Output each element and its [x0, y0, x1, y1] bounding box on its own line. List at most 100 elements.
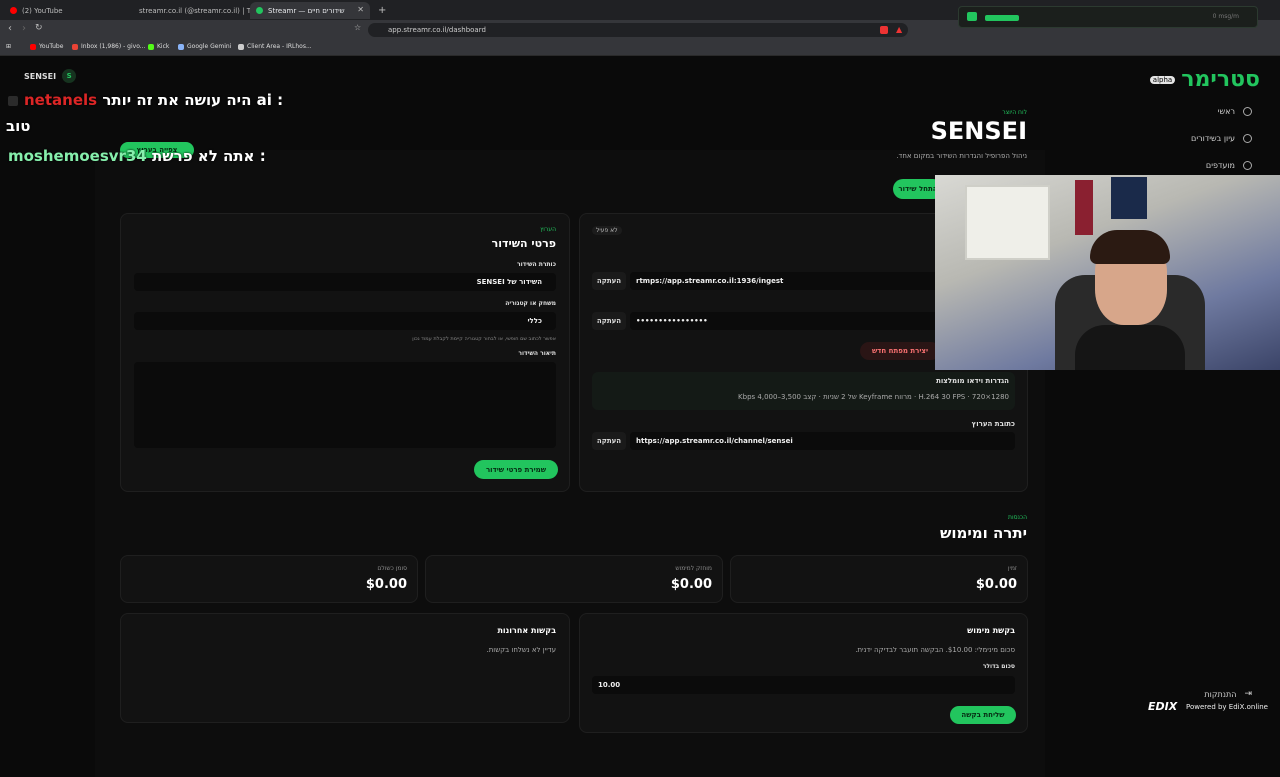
category-input[interactable]: כללי [134, 312, 556, 330]
chat-badge-icon [8, 95, 18, 106]
person-shirt [1075, 325, 1185, 370]
gemini-icon [178, 43, 184, 50]
powered-by-text: Powered by EdiX.online [1186, 703, 1268, 711]
streamr-icon [256, 7, 263, 14]
logo[interactable]: alpha סטרימר [1149, 67, 1260, 92]
alpha-badge: alpha [1149, 75, 1176, 84]
close-tab-icon[interactable]: ✕ [357, 5, 364, 14]
rewards-icon[interactable]: ▲ [896, 25, 902, 34]
withdraw-text: סכום מינימלי: $10.00. הבקשה תועבר לבדיקה… [855, 646, 1015, 654]
copy-server-button[interactable]: העתקה [592, 272, 626, 290]
paid-label: סומן כשולם [377, 565, 407, 572]
home-icon [1243, 107, 1252, 116]
page-subtitle: ניהול הפרופיל והגדרות השידור במקום אחד. [896, 152, 1027, 160]
bookmark-gemini[interactable]: Google Gemini [178, 43, 231, 50]
reload-icon[interactable]: ↻ [35, 23, 43, 33]
poster [1075, 180, 1093, 235]
apps-icon[interactable]: ⊞ [6, 43, 11, 50]
compass-icon [1243, 134, 1252, 143]
person-hair [1090, 230, 1170, 264]
chat-text: : ai היה עושה את זה יותר [102, 91, 284, 109]
header-eyebrow: לוח היוצר [1002, 109, 1027, 116]
amount-input[interactable]: 10.00 [592, 676, 1015, 694]
stream-details-card: הערוץ פרטי השידור כותרת השידור השידור של… [120, 213, 570, 492]
stream-overlay-widget: 0 msg/m [958, 6, 1258, 28]
paid-value: $0.00 [365, 577, 407, 592]
withdraw-card: בקשת מימוש סכום מינימלי: $10.00. הבקשה ת… [579, 613, 1028, 733]
details-title: פרטי השידור [491, 237, 556, 250]
webcam-overlay [935, 175, 1280, 370]
forward-icon[interactable]: › [22, 23, 26, 34]
recommended-settings-box: הגדרות וידאו מומלצות 1280×720 · H.264 30… [592, 372, 1015, 410]
recent-empty: עדיין לא נשלחו בקשות. [486, 646, 556, 654]
held-balance-card: מוחזק למימוש $0.00 [425, 555, 723, 603]
youtube-icon [30, 43, 36, 50]
bookmark-kick[interactable]: Kick [148, 43, 169, 50]
user-chip[interactable]: SENSEI S [24, 69, 77, 83]
chat-message-1-continued: טוב [6, 117, 31, 135]
window [965, 185, 1050, 260]
bookmark-gmail[interactable]: Inbox (1,986) - givo... [72, 43, 145, 50]
tab-streamr[interactable]: Streamr — שידורים חיים ✕ [250, 2, 370, 19]
status-badge: לא פעיל [592, 226, 622, 235]
globe-icon [238, 43, 244, 50]
page-title: SENSEI [930, 117, 1027, 145]
channel-url-field[interactable]: https://app.streamr.co.il/channel/sensei [630, 432, 1015, 450]
available-balance-card: זמין $0.00 [730, 555, 1028, 603]
heart-icon [1243, 161, 1252, 170]
available-value: $0.00 [975, 577, 1017, 592]
recommended-title: הגדרות וידאו מומלצות [936, 377, 1009, 385]
sidebar-item-logout[interactable]: ⇥ התנתקות [1204, 689, 1252, 699]
sidebar-item-home[interactable]: ראשי [1218, 107, 1252, 116]
tab-youtube[interactable]: (2) YouTube [4, 2, 124, 19]
balance-eyebrow: הכנסות [1008, 514, 1027, 521]
held-label: מוחזק למימוש [675, 565, 712, 572]
url-input[interactable]: app.streamr.co.il/dashboard [368, 23, 908, 37]
youtube-icon [10, 7, 17, 14]
stream-title-label: כותרת השידור [517, 261, 556, 268]
poster [1111, 177, 1147, 219]
brave-shield-icon[interactable] [880, 26, 888, 34]
details-eyebrow: הערוץ [540, 226, 556, 233]
audio-level-bar [985, 15, 1019, 21]
paid-balance-card: סומן כשולם $0.00 [120, 555, 418, 603]
chat-username: netanels [24, 91, 98, 109]
logout-icon: ⇥ [1244, 689, 1252, 699]
gmail-icon [72, 43, 78, 50]
bookmarks-bar: ⊞ YouTube Inbox (1,986) - givo... Kick G… [0, 40, 1280, 56]
recommended-text: 1280×720 · H.264 30 FPS · מרווח Keyframe… [738, 393, 1009, 401]
sidebar-item-browse[interactable]: עיון בשידורים [1191, 134, 1252, 143]
description-textarea[interactable] [134, 362, 556, 448]
new-tab-button[interactable]: + [372, 2, 388, 19]
logo-text: סטרימר [1181, 67, 1260, 92]
username: SENSEI [24, 71, 57, 81]
sidebar-item-favorites[interactable]: מועדפים [1206, 161, 1252, 170]
chat-username: moshemoesvr34 [8, 147, 147, 165]
send-request-button[interactable]: שליחת בקשה [950, 706, 1016, 724]
bookmark-youtube[interactable]: YouTube [30, 43, 63, 50]
description-label: תיאור השידור [518, 350, 556, 357]
new-key-button[interactable]: יצירת מפתח חדש [860, 342, 940, 360]
withdraw-title: בקשת מימוש [967, 626, 1015, 635]
available-label: זמין [1007, 565, 1017, 572]
copy-key-button[interactable]: העתקה [592, 312, 626, 330]
bookmark-star-icon[interactable]: ☆ [354, 23, 361, 32]
chat-message-2: moshemoesvr34 : אתה לא פרשת [8, 147, 266, 165]
balance-title: יתרה ומימוש [939, 524, 1027, 542]
stream-title-input[interactable]: השידור של SENSEI [134, 273, 556, 291]
tab-tiktok[interactable]: streamr.co.il (@streamr.co.il) | TikTok [128, 2, 268, 19]
bookmark-client-area[interactable]: Client Area - IRLhos... [238, 43, 312, 50]
recent-title: בקשות אחרונות [497, 626, 556, 635]
save-details-button[interactable]: שמירת פרטי שידור [474, 460, 558, 479]
chat-icon [967, 12, 977, 21]
category-label: משחק או קטגוריה [505, 300, 556, 307]
copy-channel-button[interactable]: העתקה [592, 432, 626, 450]
edix-logo: EDIX [1148, 700, 1178, 713]
kick-icon [148, 43, 154, 50]
channel-url-label: כתובת הערוץ [971, 420, 1015, 428]
recent-requests-card: בקשות אחרונות עדיין לא נשלחו בקשות. [120, 613, 570, 723]
chat-message-1: netanels : ai היה עושה את זה יותר [8, 91, 283, 109]
chat-text: : אתה לא פרשת [152, 147, 266, 165]
back-icon[interactable]: ‹ [8, 23, 12, 34]
avatar: S [62, 69, 77, 83]
